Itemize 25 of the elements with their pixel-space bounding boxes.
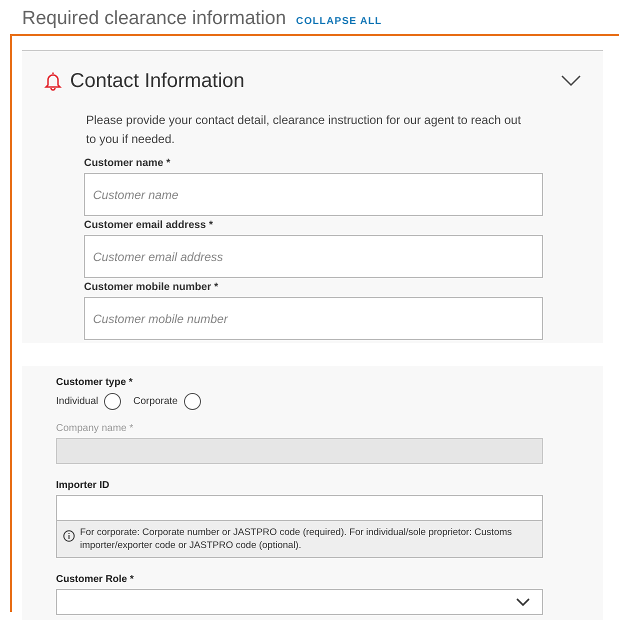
section-title: Contact Information <box>70 70 246 92</box>
dropdown-field[interactable] <box>56 589 543 615</box>
bell-icon <box>44 71 62 91</box>
radio-button[interactable] <box>184 393 201 410</box>
input-field[interactable]: Customer mobile number <box>84 297 543 340</box>
field-label: Customer Role * <box>56 574 134 585</box>
field-label: Customer type * <box>56 377 133 388</box>
field-label: Customer name * <box>84 157 172 169</box>
section-description: Please provide your contact detail, clearance instruction for our agent to reach out to you if needed. <box>86 112 522 148</box>
radio-label: Individual <box>56 396 98 407</box>
hint-text: For corporate: Corporate number or JASTPRO code (required). For individual/sole proprietor: Customs importer/exporter code or JASTPRO code (optional). <box>80 526 513 552</box>
input-field[interactable]: Customer email address <box>84 235 543 278</box>
radio-button[interactable] <box>104 393 122 410</box>
chevron-icon[interactable] <box>561 75 581 87</box>
info-icon <box>63 530 75 542</box>
field-label: Importer ID <box>56 480 110 491</box>
input-field[interactable] <box>56 495 543 521</box>
radio-label: Corporate <box>133 396 178 407</box>
field-label: Company name * <box>56 423 134 434</box>
field-label: Customer email address * <box>84 219 214 231</box>
collapse-all-link[interactable]: COLLAPSE ALL <box>296 16 382 27</box>
input-field[interactable]: Customer name <box>84 173 543 216</box>
field-label: Customer mobile number * <box>84 281 220 293</box>
chevron-icon <box>516 598 530 606</box>
page-title: Required clearance information <box>22 8 286 30</box>
